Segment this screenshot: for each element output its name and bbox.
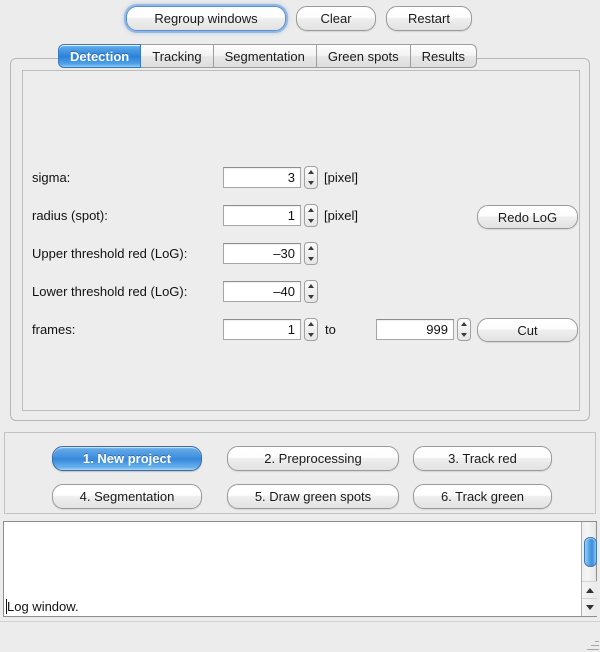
scroll-up-button[interactable] — [582, 581, 597, 599]
upper-threshold-label: Upper threshold red (LoG): — [32, 246, 188, 261]
stepper-up-icon[interactable] — [461, 322, 467, 327]
tab-results[interactable]: Results — [410, 44, 478, 68]
lower-threshold-input[interactable]: –40 — [223, 281, 301, 302]
stepper-up-icon[interactable] — [308, 322, 314, 327]
redo-log-button[interactable]: Redo LoG — [477, 205, 578, 229]
sigma-input[interactable]: 3 — [223, 167, 301, 188]
frames-to-label: to — [325, 322, 336, 337]
stepper-down-icon[interactable] — [308, 294, 314, 299]
scrollbar-thumb[interactable] — [584, 537, 597, 567]
regroup-windows-button[interactable]: Regroup windows — [126, 6, 286, 31]
step-6-track-green-button[interactable]: 6. Track green — [413, 484, 552, 509]
lower-threshold-label: Lower threshold red (LoG): — [32, 284, 188, 299]
plugin-window: Regroup windows Clear Restart Detection … — [0, 0, 600, 652]
tab-detection[interactable]: Detection — [58, 44, 142, 68]
upper-threshold-stepper[interactable] — [304, 242, 318, 265]
step-5-draw-green-spots-button[interactable]: 5. Draw green spots — [227, 484, 399, 509]
tab-segmentation[interactable]: Segmentation — [213, 44, 317, 68]
status-bar: About (c) 2011 EPFL, Biomedical Imaging … — [0, 621, 600, 652]
tab-panel: sigma: 3 [pixel] radius (spot): 1 [pixel… — [10, 58, 590, 421]
tab-strip: Detection Tracking Segmentation Green sp… — [58, 44, 478, 68]
radius-stepper[interactable] — [304, 204, 318, 227]
frames-to-input[interactable]: 999 — [376, 319, 454, 340]
cut-button[interactable]: Cut — [477, 318, 578, 342]
log-text: Log window. — [7, 599, 79, 614]
step-2-preprocessing-button[interactable]: 2. Preprocessing — [227, 446, 399, 471]
triangle-up-icon — [585, 588, 594, 593]
scrollbar-track[interactable] — [582, 522, 597, 582]
restart-button[interactable]: Restart — [386, 6, 472, 31]
stepper-up-icon[interactable] — [308, 246, 314, 251]
sigma-label: sigma: — [32, 170, 71, 185]
tab-green-spots[interactable]: Green spots — [316, 44, 411, 68]
stepper-up-icon[interactable] — [308, 170, 314, 175]
log-window[interactable]: Log window. — [3, 521, 597, 617]
frames-to-stepper[interactable] — [457, 318, 471, 341]
frames-from-stepper[interactable] — [304, 318, 318, 341]
radius-label: radius (spot): — [32, 208, 108, 223]
sigma-stepper[interactable] — [304, 166, 318, 189]
stepper-down-icon[interactable] — [308, 256, 314, 261]
stepper-down-icon[interactable] — [308, 218, 314, 223]
upper-threshold-input[interactable]: –30 — [223, 243, 301, 264]
stepper-down-icon[interactable] — [308, 332, 314, 337]
step-1-new-project-button[interactable]: 1. New project — [52, 446, 202, 471]
step-3-track-red-button[interactable]: 3. Track red — [413, 446, 552, 471]
stepper-down-icon[interactable] — [308, 180, 314, 185]
frames-label: frames: — [32, 322, 76, 337]
step-4-segmentation-button[interactable]: 4. Segmentation — [52, 484, 202, 509]
triangle-down-icon — [585, 605, 594, 610]
clear-button[interactable]: Clear — [296, 6, 376, 31]
detection-panel: sigma: 3 [pixel] radius (spot): 1 [pixel… — [22, 70, 580, 411]
lower-threshold-stepper[interactable] — [304, 280, 318, 303]
sigma-unit-label: [pixel] — [324, 170, 358, 185]
frames-from-input[interactable]: 1 — [223, 319, 301, 340]
scroll-down-button[interactable] — [582, 598, 597, 616]
workflow-steps-panel: 1. New project 2. Preprocessing 3. Track… — [4, 432, 596, 514]
stepper-up-icon[interactable] — [308, 208, 314, 213]
radius-unit-label: [pixel] — [324, 208, 358, 223]
stepper-down-icon[interactable] — [461, 332, 467, 337]
top-toolbar: Regroup windows Clear Restart — [0, 0, 600, 38]
tab-tracking[interactable]: Tracking — [141, 44, 214, 68]
stepper-up-icon[interactable] — [308, 284, 314, 289]
radius-input[interactable]: 1 — [223, 205, 301, 226]
resize-grip-icon[interactable] — [585, 638, 599, 652]
log-scrollbar[interactable] — [581, 522, 597, 616]
